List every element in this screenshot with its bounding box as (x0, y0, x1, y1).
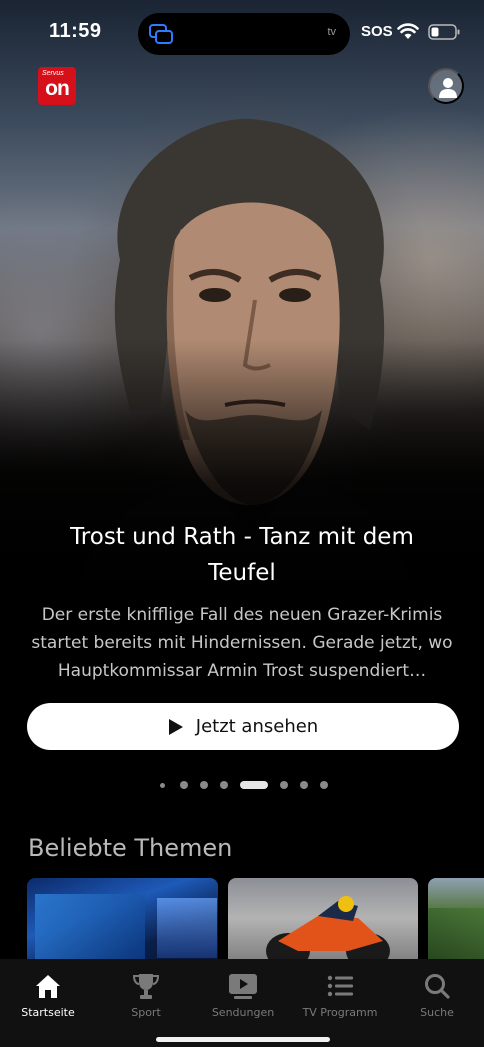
tab-tv-guide[interactable]: TV Programm (295, 967, 385, 1023)
tab-label: Sport (131, 1005, 161, 1019)
topics-carousel[interactable] (0, 878, 484, 962)
list-icon (327, 975, 353, 996)
mountain-landscape-image (428, 908, 484, 962)
pagination-dot-active[interactable] (240, 781, 268, 789)
logo-main-text: on (45, 77, 70, 100)
tab-search[interactable]: Suche (392, 967, 482, 1023)
status-bar: 11:59 tv SOS (0, 0, 484, 66)
home-indicator[interactable] (156, 1037, 330, 1042)
topic-tile[interactable] (428, 878, 484, 962)
apple-tv-label: tv (327, 26, 336, 38)
servus-on-logo[interactable]: Servus on (38, 67, 76, 105)
search-icon (425, 973, 450, 999)
pagination-dot[interactable] (280, 781, 288, 789)
play-icon (168, 718, 183, 735)
hero-pagination[interactable] (0, 779, 484, 791)
section-title: Beliebte Themen (28, 834, 233, 862)
pagination-dot[interactable] (320, 781, 328, 789)
play-screen-icon (229, 973, 257, 999)
tab-shows[interactable]: Sendungen (198, 967, 288, 1023)
tab-label: TV Programm (302, 1005, 378, 1019)
pagination-dot[interactable] (160, 783, 165, 788)
hero-description: Der erste knifflige Fall des neuen Graze… (31, 605, 453, 681)
news-studio-image (35, 894, 145, 962)
tab-label: Startseite (21, 1005, 75, 1019)
logo-small-text: Servus (42, 70, 64, 77)
hero-title: Trost und Rath - Tanz mit dem Teufel (70, 524, 414, 586)
account-button[interactable] (428, 68, 464, 104)
topic-tile[interactable] (228, 878, 418, 962)
watch-now-label: Jetzt ansehen (195, 716, 319, 737)
user-icon (439, 78, 457, 98)
studio-backdrop (157, 898, 217, 958)
status-time: 11:59 (49, 20, 102, 42)
pagination-dot[interactable] (180, 781, 188, 789)
tab-sport[interactable]: Sport (101, 967, 191, 1023)
tab-home[interactable]: Startseite (3, 967, 93, 1023)
pagination-dot[interactable] (300, 781, 308, 789)
pagination-dot[interactable] (200, 781, 208, 789)
trophy-icon (132, 973, 160, 999)
battery-icon (428, 24, 460, 40)
dynamic-island: tv (138, 13, 350, 55)
pagination-dot[interactable] (220, 781, 228, 789)
motorbike-racing-image (266, 896, 390, 962)
topic-tile[interactable] (27, 878, 218, 962)
tab-label: Suche (420, 1005, 454, 1019)
home-icon (36, 974, 60, 998)
tab-bar: Startseite Sport Sendungen TV Programm S… (0, 959, 484, 1047)
tab-label: Sendungen (211, 1005, 275, 1019)
sos-indicator: SOS (361, 23, 393, 40)
watch-now-button[interactable]: Jetzt ansehen (27, 703, 459, 750)
wifi-icon (397, 23, 419, 39)
screen-mirroring-icon (149, 24, 173, 44)
